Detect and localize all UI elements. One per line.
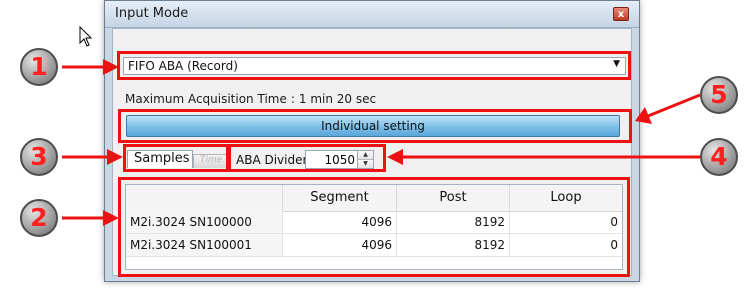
annotation-badge-4: 4 [700,138,738,176]
annotation-badge-2: 2 [20,199,58,237]
annotation-badge-1: 1 [20,48,58,86]
annotation-arrows [62,59,701,226]
annotation-badge-3: 3 [20,138,58,176]
annotation-badge-5: 5 [700,76,738,114]
